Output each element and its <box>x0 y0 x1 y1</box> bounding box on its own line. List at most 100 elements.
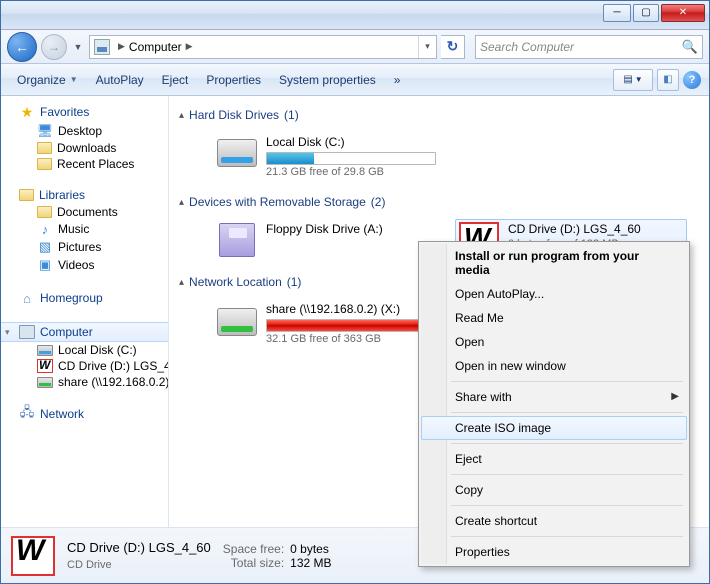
drive-local-disk[interactable]: Local Disk (C:) 21.3 GB free of 29.8 GB <box>213 132 445 181</box>
tree-item-videos[interactable]: ▣Videos <box>1 256 168 274</box>
command-bar: Organize▼ AutoPlay Eject Properties Syst… <box>1 64 709 96</box>
tree-group-libraries: Libraries Documents ♪Music ▧Pictures ▣Vi… <box>1 186 168 274</box>
ctx-install-run[interactable]: Install or run program from your media <box>421 244 687 282</box>
section-title: Devices with Removable Storage <box>189 195 366 209</box>
ctx-properties[interactable]: Properties <box>421 540 687 564</box>
tree-network[interactable]: 🖧 Network <box>1 404 168 424</box>
breadcrumb-sep-icon[interactable]: ▶ <box>182 41 197 52</box>
desktop-icon: 🖥 <box>37 123 53 139</box>
folder-icon <box>37 206 52 218</box>
ctx-readme[interactable]: Read Me <box>421 306 687 330</box>
tree-item-pictures[interactable]: ▧Pictures <box>1 238 168 256</box>
navigation-bar: ← → ▼ ▶ Computer ▶ ▾ ↻ Search Computer 🔍 <box>1 30 709 64</box>
details-subtitle: CD Drive <box>67 557 211 574</box>
tree-group-favorites: ★ Favorites 🖥Desktop Downloads Recent Pl… <box>1 102 168 172</box>
search-input[interactable]: Search Computer 🔍 <box>475 35 703 59</box>
ctx-create-iso[interactable]: Create ISO image <box>421 416 687 440</box>
ctx-open[interactable]: Open <box>421 330 687 354</box>
details-stats: Space free: 0 bytes Total size: 132 MB <box>223 542 332 570</box>
floppy-icon <box>216 222 258 258</box>
ctx-share-with[interactable]: Share with▶ <box>421 385 687 409</box>
system-properties-button[interactable]: System properties <box>271 69 384 91</box>
tree-group-network: 🖧 Network <box>1 404 168 424</box>
network-drive-icon <box>216 302 258 338</box>
ctx-open-autoplay[interactable]: Open AutoPlay... <box>421 282 687 306</box>
drive-row-hdd: Local Disk (C:) 21.3 GB free of 29.8 GB <box>179 128 699 189</box>
tree-item-recent[interactable]: Recent Places <box>1 156 168 172</box>
breadcrumb-computer[interactable]: Computer <box>129 40 182 54</box>
address-dropdown[interactable]: ▾ <box>418 36 436 58</box>
refresh-button[interactable]: ↻ <box>441 35 465 59</box>
tree-item-cd-drive[interactable]: CD Drive (D:) LGS_4_60 <box>1 358 168 374</box>
total-size-value: 132 MB <box>290 556 331 570</box>
drive-share[interactable]: share (\\192.168.0.2) (X:) 32.1 GB free … <box>213 299 445 348</box>
minimize-button[interactable]: ─ <box>603 4 631 22</box>
homegroup-icon: ⌂ <box>19 290 35 306</box>
libraries-icon <box>19 189 34 201</box>
help-button[interactable]: ? <box>683 71 701 89</box>
submenu-arrow-icon: ▶ <box>671 391 679 402</box>
drive-label: share (\\192.168.0.2) (X:) <box>266 302 442 318</box>
tree-homegroup[interactable]: ⌂ Homegroup <box>1 288 168 308</box>
network-disk-icon <box>37 377 53 388</box>
tiles-view-icon: ▤ <box>623 74 632 85</box>
explorer-window: ─ ▢ ✕ ← → ▼ ▶ Computer ▶ ▾ ↻ Search Comp… <box>0 0 710 584</box>
back-button[interactable]: ← <box>7 32 37 62</box>
capacity-bar <box>266 319 436 332</box>
properties-button[interactable]: Properties <box>198 69 269 91</box>
ctx-open-new-window[interactable]: Open in new window <box>421 354 687 378</box>
section-head-hdd[interactable]: ▴ Hard Disk Drives (1) <box>179 102 699 128</box>
toolbar-overflow[interactable]: » <box>386 69 409 91</box>
view-options-button[interactable]: ▤ ▼ <box>613 69 653 91</box>
ctx-copy[interactable]: Copy <box>421 478 687 502</box>
tree-computer[interactable]: ▾ Computer <box>1 322 168 342</box>
ctx-separator <box>451 505 683 506</box>
tree-item-local-disk[interactable]: Local Disk (C:) <box>1 342 168 358</box>
forward-button[interactable]: → <box>41 34 67 60</box>
tree-item-desktop[interactable]: 🖥Desktop <box>1 122 168 140</box>
ctx-separator <box>451 474 683 475</box>
music-icon: ♪ <box>37 221 53 237</box>
organize-menu[interactable]: Organize▼ <box>9 69 86 91</box>
ctx-separator <box>451 412 683 413</box>
ctx-separator <box>451 381 683 382</box>
expand-icon[interactable]: ▾ <box>5 327 14 336</box>
favorites-icon: ★ <box>19 104 35 120</box>
history-dropdown[interactable]: ▼ <box>71 33 85 61</box>
autoplay-button[interactable]: AutoPlay <box>88 69 152 91</box>
hard-disk-icon <box>216 135 258 171</box>
tree-label: Computer <box>40 325 93 339</box>
ctx-eject[interactable]: Eject <box>421 447 687 471</box>
tree-item-share[interactable]: share (\\192.168.0.2) <box>1 374 168 390</box>
maximize-button[interactable]: ▢ <box>633 4 659 22</box>
section-count: (2) <box>371 195 386 209</box>
total-size-label: Total size: <box>223 556 284 570</box>
tree-item-music[interactable]: ♪Music <box>1 220 168 238</box>
tree-label: Libraries <box>39 188 85 202</box>
search-icon[interactable]: 🔍 <box>682 39 698 55</box>
collapse-icon: ▴ <box>179 110 184 121</box>
section-count: (1) <box>287 275 302 289</box>
tree-favorites[interactable]: ★ Favorites <box>1 102 168 122</box>
chevron-down-icon: ▼ <box>70 75 78 84</box>
tree-group-computer: ▾ Computer Local Disk (C:) CD Drive (D:)… <box>1 322 168 390</box>
computer-icon <box>19 325 35 339</box>
tree-libraries[interactable]: Libraries <box>1 186 168 204</box>
close-button[interactable]: ✕ <box>661 4 705 22</box>
folder-icon <box>37 158 52 170</box>
address-bar[interactable]: ▶ Computer ▶ ▾ <box>89 35 437 59</box>
breadcrumb-sep-icon: ▶ <box>114 41 129 52</box>
search-placeholder: Search Computer <box>480 40 574 54</box>
drive-label: Local Disk (C:) <box>266 135 442 151</box>
section-head-removable[interactable]: ▴ Devices with Removable Storage (2) <box>179 189 699 215</box>
tree-item-downloads[interactable]: Downloads <box>1 140 168 156</box>
tree-item-documents[interactable]: Documents <box>1 204 168 220</box>
preview-pane-button[interactable]: ◧ <box>657 69 679 91</box>
drive-label: CD Drive (D:) LGS_4_60 <box>508 222 684 238</box>
details-icon <box>11 536 55 576</box>
ctx-create-shortcut[interactable]: Create shortcut <box>421 509 687 533</box>
drive-floppy[interactable]: Floppy Disk Drive (A:) <box>213 219 445 261</box>
tree-label: Favorites <box>40 105 89 119</box>
collapse-icon: ▴ <box>179 197 184 208</box>
eject-button[interactable]: Eject <box>154 69 197 91</box>
